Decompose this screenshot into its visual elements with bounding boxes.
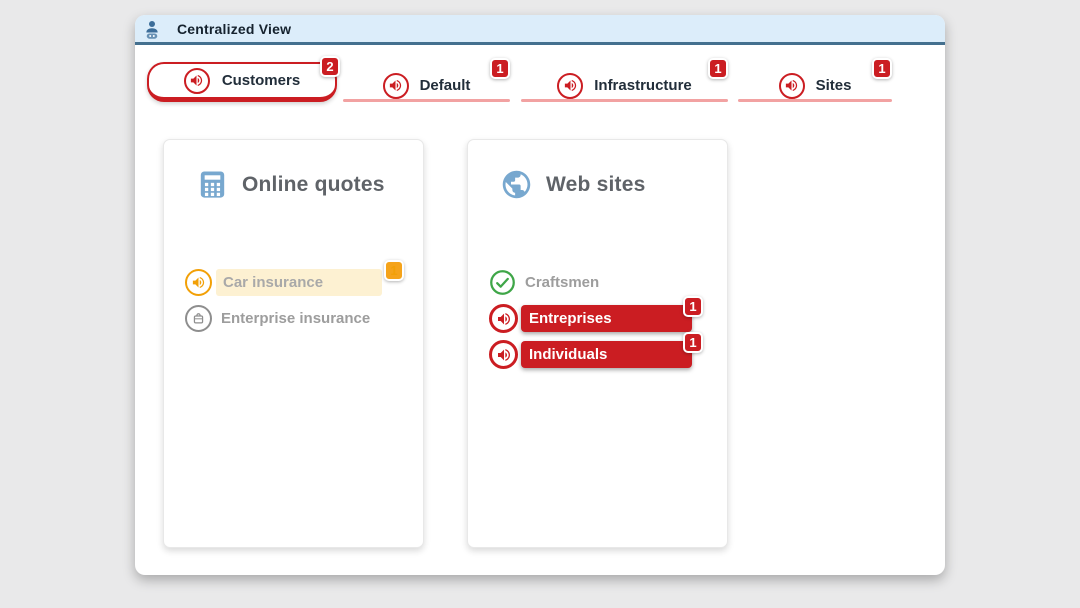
speaker-icon <box>778 72 805 99</box>
page-title: Centralized View <box>177 20 292 37</box>
service-row-individuals[interactable]: Individuals 1 <box>489 332 717 369</box>
tab-underline <box>738 99 892 102</box>
card-title: Web sites <box>546 172 646 196</box>
card-online-quotes: Online quotes Car insurance 1 Enterprise… <box>163 139 424 548</box>
tab-label: Infrastructure <box>594 77 692 94</box>
tab-count-badge: 1 <box>872 58 892 79</box>
card-title-row: Online quotes <box>196 168 385 201</box>
service-row-craftsmen[interactable]: Craftsmen <box>489 269 717 296</box>
speaker-icon <box>489 304 518 333</box>
card-web-sites: Web sites Craftsmen Entreprises 1 Indivi… <box>467 139 728 548</box>
speaker-icon <box>183 67 210 94</box>
tab-infrastructure[interactable]: Infrastructure 1 <box>521 58 728 102</box>
calculator-icon <box>196 168 229 201</box>
tab-underline <box>343 99 510 102</box>
tab-label: Sites <box>815 77 852 94</box>
count-badge: 1 <box>683 332 703 353</box>
tab-default-content[interactable]: Default <box>343 72 510 99</box>
card-title-row: Web sites <box>500 168 645 201</box>
service-row-enterprise-insurance[interactable]: Enterprise insurance <box>185 305 413 332</box>
check-icon <box>489 269 516 296</box>
desktop-background: Centralized View Customers 2 Default 1 I… <box>0 0 1080 608</box>
tab-label: Default <box>419 77 471 94</box>
service-label: Car insurance <box>223 274 324 291</box>
downtime-icon <box>185 305 212 332</box>
window-header: Centralized View <box>135 15 945 45</box>
tab-infrastructure-content[interactable]: Infrastructure <box>521 72 728 99</box>
globe-icon <box>500 168 533 201</box>
service-list: Craftsmen Entreprises 1 Individuals 1 <box>489 269 717 377</box>
card-title: Online quotes <box>242 172 385 196</box>
count-badge: 1 <box>683 296 703 317</box>
service-row-car-insurance[interactable]: Car insurance 1 <box>185 260 413 296</box>
tab-count-badge: 1 <box>490 58 510 79</box>
tab-customers[interactable]: Customers 2 <box>147 56 340 102</box>
tab-count-badge: 1 <box>708 58 728 79</box>
centralized-view-window: Centralized View Customers 2 Default 1 I… <box>135 15 945 575</box>
service-row-entreprises[interactable]: Entreprises 1 <box>489 296 717 333</box>
service-list: Car insurance 1 Enterprise insurance <box>185 260 413 341</box>
service-label: Individuals <box>529 346 608 363</box>
tab-sites[interactable]: Sites 1 <box>738 58 892 102</box>
service-label: Entreprises <box>529 310 612 327</box>
speaker-icon <box>557 72 584 99</box>
tab-count-badge: 2 <box>320 56 340 77</box>
speaker-icon <box>489 340 518 369</box>
tab-sites-content[interactable]: Sites <box>738 72 892 99</box>
critical-pill[interactable]: Individuals 1 <box>521 332 703 368</box>
critical-pill[interactable]: Entreprises 1 <box>521 296 703 332</box>
tab-customers-pill[interactable]: Customers <box>147 62 337 102</box>
speaker-icon <box>382 72 409 99</box>
service-label: Enterprise insurance <box>221 310 371 327</box>
count-badge: 1 <box>384 260 404 281</box>
service-label: Craftsmen <box>525 274 600 291</box>
tab-label: Customers <box>221 72 301 89</box>
tab-underline <box>521 99 728 102</box>
tab-default[interactable]: Default 1 <box>343 58 510 102</box>
speaker-icon <box>185 269 212 296</box>
contacts-icon <box>143 19 161 41</box>
acknowledged-highlight[interactable]: Car insurance 1 <box>216 260 404 296</box>
